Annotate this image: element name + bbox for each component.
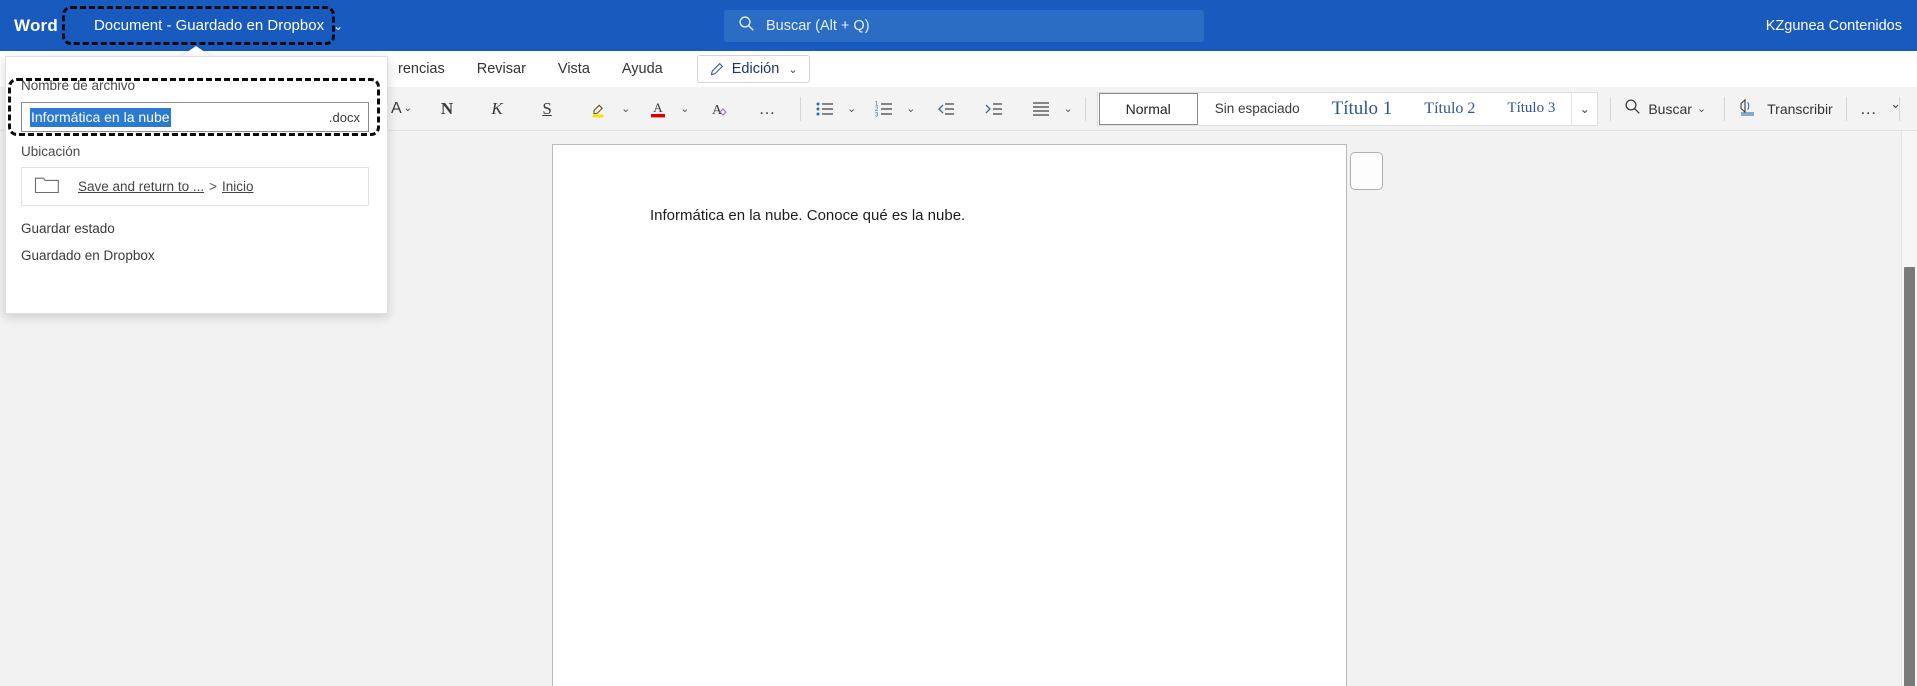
document-body-text[interactable]: Informática en la nube. Conoce qué es la… [650, 207, 965, 224]
highlight-chevron-icon[interactable]: ⌄ [616, 93, 635, 125]
more-font-options-button[interactable]: … [753, 93, 785, 125]
title-bar: Word Document - Guardado en Dropbox ⌄ Bu… [0, 0, 1917, 51]
find-label: Buscar [1648, 100, 1692, 117]
chevron-down-icon: ⌄ [403, 103, 413, 114]
chevron-down-icon: ⌄ [1696, 103, 1707, 115]
decrease-indent-icon [938, 102, 955, 115]
location-link-primary[interactable]: Save and return to ... [78, 179, 204, 194]
location-box[interactable]: Save and return to ... > Inicio [21, 167, 369, 206]
increase-indent-icon [985, 102, 1003, 115]
highlighter-icon [592, 104, 604, 117]
style-sin-espaciado[interactable]: Sin espaciado [1199, 93, 1316, 125]
clear-formatting-button[interactable]: A [703, 93, 737, 125]
dictate-icon [1738, 96, 1760, 121]
vertical-scrollbar-thumb[interactable] [1904, 267, 1915, 686]
styles-gallery: Normal Sin espaciado Título 1 Título 2 T… [1096, 91, 1599, 126]
transcribe-label: Transcribir [1767, 100, 1833, 117]
style-normal[interactable]: Normal [1098, 92, 1198, 125]
editing-mode-button[interactable]: Edición ⌄ [696, 55, 810, 83]
styles-expand-chevron-icon[interactable]: ⌄ [1571, 92, 1597, 125]
editing-mode-label: Edición [731, 61, 780, 77]
toolbar-divider [800, 96, 801, 121]
underline-button[interactable]: S [532, 93, 562, 125]
floating-object-handle[interactable] [1350, 152, 1383, 190]
italic-button[interactable]: K [482, 93, 512, 125]
align-icon [1033, 101, 1050, 116]
grow-font-letter: A [391, 99, 402, 117]
bullets-chevron-icon[interactable]: ⌄ [842, 93, 861, 125]
save-state-value: Guardado en Dropbox [21, 248, 155, 263]
highlight-button[interactable] [582, 93, 616, 125]
search-input-placeholder[interactable]: Buscar (Alt + Q) [766, 18, 870, 34]
filename-input-value[interactable]: Informática en la nube [30, 107, 171, 127]
numbering-chevron-icon[interactable]: ⌄ [901, 93, 920, 125]
toolbar-divider [1724, 96, 1726, 121]
document-page[interactable]: Informática en la nube. Conoce qué es la… [552, 144, 1347, 686]
font-color-button[interactable]: A [641, 93, 675, 125]
paragraph-align-button[interactable] [1024, 93, 1058, 125]
font-color-chevron-icon[interactable]: ⌄ [675, 93, 694, 125]
pencil-icon [709, 62, 724, 77]
numbered-list-icon: 1 2 3 [875, 101, 893, 118]
transcribe-button[interactable]: Transcribir [1732, 93, 1839, 125]
chevron-down-icon: ⌄ [788, 63, 798, 76]
filename-dropdown-panel: Nombre de archivo Informática en la nube… [5, 56, 388, 314]
filename-label: Nombre de archivo [21, 78, 136, 93]
toolbar-more-options-button[interactable]: … [1854, 93, 1886, 125]
style-titulo-1[interactable]: Título 1 [1316, 93, 1409, 125]
bulleted-list-icon [816, 102, 833, 115]
tab-referencias[interactable]: rencias [382, 51, 461, 87]
numbered-list-button[interactable]: 1 2 3 [867, 93, 901, 125]
word-online-window: Word Document - Guardado en Dropbox ⌄ Bu… [0, 0, 1917, 686]
filename-input[interactable]: Informática en la nube .docx [21, 102, 369, 132]
style-titulo-2[interactable]: Título 2 [1408, 93, 1491, 125]
location-link-inicio[interactable]: Inicio [222, 179, 254, 194]
filename-extension-label: .docx [328, 109, 360, 125]
bold-button[interactable]: N [432, 93, 462, 125]
vertical-scrollbar-track[interactable] [1901, 131, 1917, 686]
bulleted-list-button[interactable] [808, 93, 842, 125]
save-state-label: Guardar estado [21, 221, 115, 236]
location-breadcrumb: Save and return to ... > Inicio [78, 179, 253, 194]
breadcrumb-separator: > [209, 179, 217, 194]
grow-font-button[interactable]: A ⌄ [385, 93, 418, 125]
toolbar-divider [1845, 96, 1847, 121]
toolbar-divider [1084, 96, 1086, 121]
find-button[interactable]: Buscar ⌄ [1618, 93, 1717, 125]
svg-text:A: A [654, 100, 664, 115]
document-title-chip[interactable]: Document - Guardado en Dropbox ⌄ [84, 12, 353, 39]
chevron-down-icon: ⌄ [333, 18, 344, 33]
decrease-indent-button[interactable] [928, 93, 962, 125]
search-icon [738, 15, 755, 37]
tab-vista[interactable]: Vista [542, 51, 606, 87]
document-title-text: Document - Guardado en Dropbox [93, 17, 325, 34]
search-icon [1624, 98, 1641, 120]
location-label: Ubicación [21, 144, 81, 159]
search-box[interactable]: Buscar (Alt + Q) [724, 10, 1204, 42]
toolbar-divider [1610, 96, 1612, 121]
svg-text:3: 3 [875, 112, 879, 118]
style-titulo-3[interactable]: Título 3 [1491, 93, 1571, 125]
tab-revisar[interactable]: Revisar [461, 51, 542, 87]
folder-icon [34, 174, 60, 199]
align-chevron-icon[interactable]: ⌄ [1058, 93, 1077, 125]
tab-ayuda[interactable]: Ayuda [606, 51, 679, 87]
account-name[interactable]: KZgunea Contenidos [1766, 0, 1902, 51]
font-color-icon: A [651, 100, 666, 117]
app-brand-word: Word [14, 15, 58, 35]
collapse-ribbon-chevron-icon[interactable]: ⌄ [1890, 96, 1901, 112]
clear-formatting-icon: A [711, 103, 727, 118]
increase-indent-button[interactable] [976, 93, 1010, 125]
